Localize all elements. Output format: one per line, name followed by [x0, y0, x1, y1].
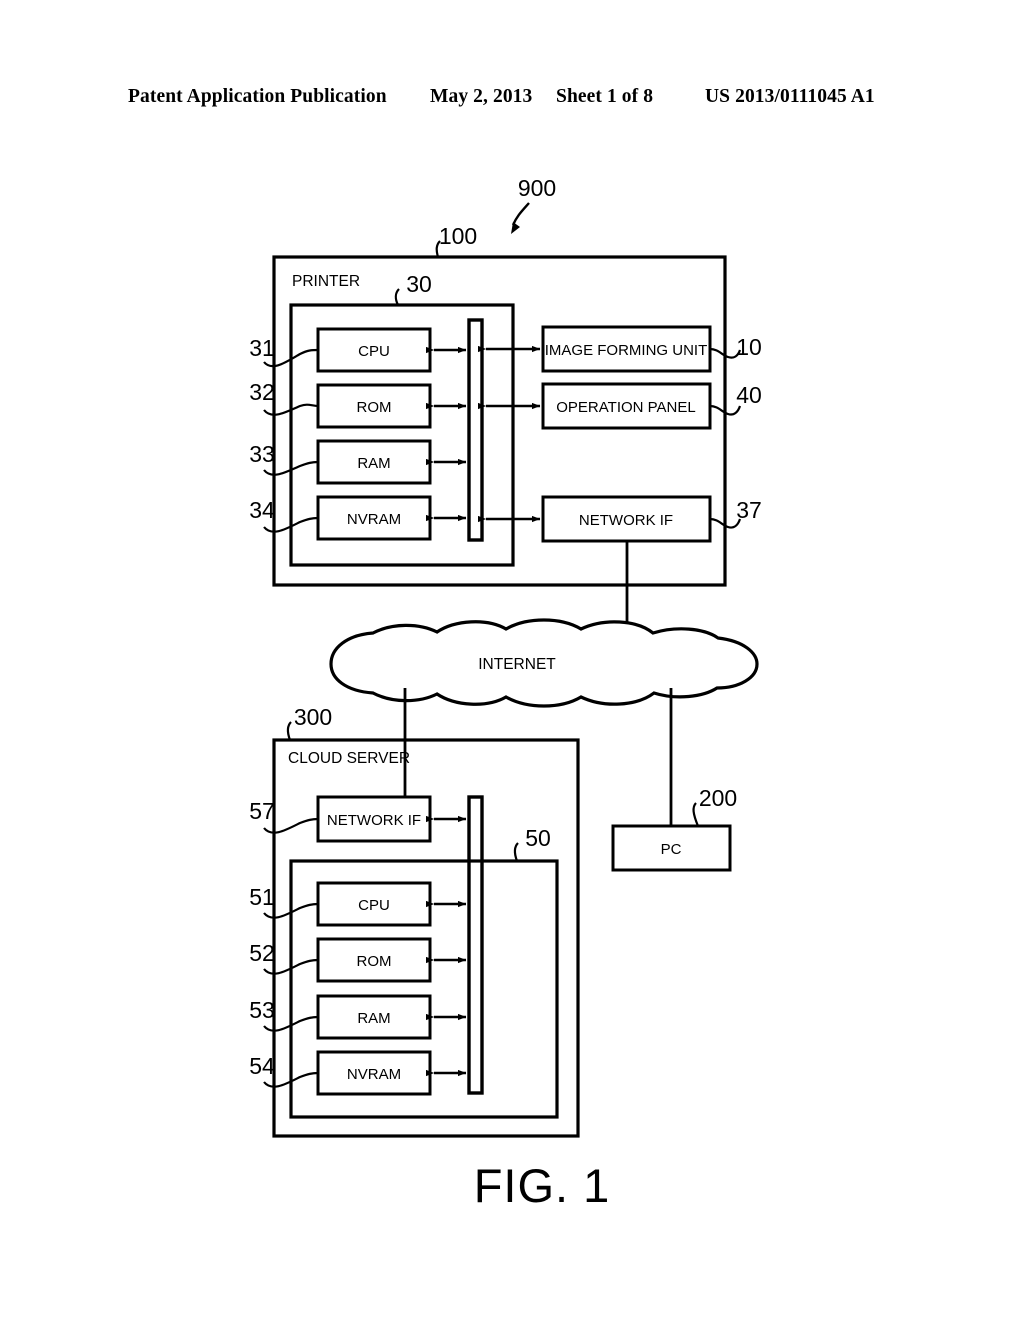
ref-label-52: 52 — [249, 940, 275, 966]
cloud-server-ram-label: RAM — [357, 1010, 390, 1027]
ref-label-40: 40 — [736, 382, 762, 408]
ref-label-53: 53 — [249, 997, 275, 1023]
ref-label-10: 10 — [736, 334, 762, 360]
ref-50-leader: 50 — [513, 825, 551, 862]
printer-title: PRINTER — [292, 273, 360, 290]
cloud-server-title: CLOUD SERVER — [288, 750, 410, 767]
ref-label-30: 30 — [406, 271, 432, 297]
printer-rom-label: ROM — [357, 399, 392, 416]
cloud-server-cpu-label: CPU — [358, 897, 390, 914]
ref-label-51: 51 — [249, 884, 275, 910]
printer-bus-bar — [467, 318, 484, 542]
printer-network-if-label: NETWORK IF — [579, 512, 673, 529]
cloud-server-rom-label: ROM — [357, 953, 392, 970]
ref-label-31: 31 — [249, 335, 275, 361]
internet-cloud: INTERNET — [329, 618, 759, 708]
printer-ram-label: RAM — [357, 455, 390, 472]
internet-label: INTERNET — [478, 656, 556, 673]
ref-100-leader: 100 — [435, 223, 477, 258]
cloud-server-block: CLOUD SERVER 300 NETWORK IF 57 50 CPU 51… — [249, 704, 580, 1138]
figure-caption-text: FIG. 1 — [473, 1159, 611, 1212]
system-ref-900: 900 — [511, 175, 556, 234]
ref-label-57: 57 — [249, 798, 275, 824]
ref-label-50: 50 — [525, 825, 551, 851]
figure-caption: FIG. 1 — [0, 1158, 1024, 1213]
ref-label-54: 54 — [249, 1053, 275, 1079]
printer-block: PRINTER 100 30 CPU 31 ROM 32 RAM 33 NVRA… — [249, 223, 762, 587]
ref-label-32: 32 — [249, 379, 275, 405]
printer-operation-panel-label: OPERATION PANEL — [556, 399, 695, 416]
pc-label: PC — [661, 841, 682, 858]
ref-label-300: 300 — [294, 704, 332, 730]
cloud-server-bus-bar — [467, 795, 484, 1095]
patent-page: Patent Application Publication May 2, 20… — [0, 0, 1024, 1320]
printer-image-forming-unit-label: IMAGE FORMING UNIT — [545, 342, 708, 359]
ref-label-33: 33 — [249, 441, 275, 467]
pc-block: PC 200 — [611, 785, 737, 872]
ref-30-leader: 30 — [394, 271, 432, 306]
ref-label-900: 900 — [518, 175, 556, 201]
figure-1-diagram: 900 PRINTER 100 30 CPU 31 ROM 32 RAM 33 … — [249, 175, 762, 1138]
ref-300-leader: 300 — [286, 704, 332, 741]
ref-label-100: 100 — [439, 223, 477, 249]
printer-cpu-label: CPU — [358, 343, 390, 360]
ref-200-leader: 200 — [692, 785, 737, 827]
ref-label-34: 34 — [249, 497, 275, 523]
cloud-server-network-if-label: NETWORK IF — [327, 812, 421, 829]
printer-nvram-label: NVRAM — [347, 511, 401, 528]
cloud-server-nvram-label: NVRAM — [347, 1066, 401, 1083]
ref-label-200: 200 — [699, 785, 737, 811]
